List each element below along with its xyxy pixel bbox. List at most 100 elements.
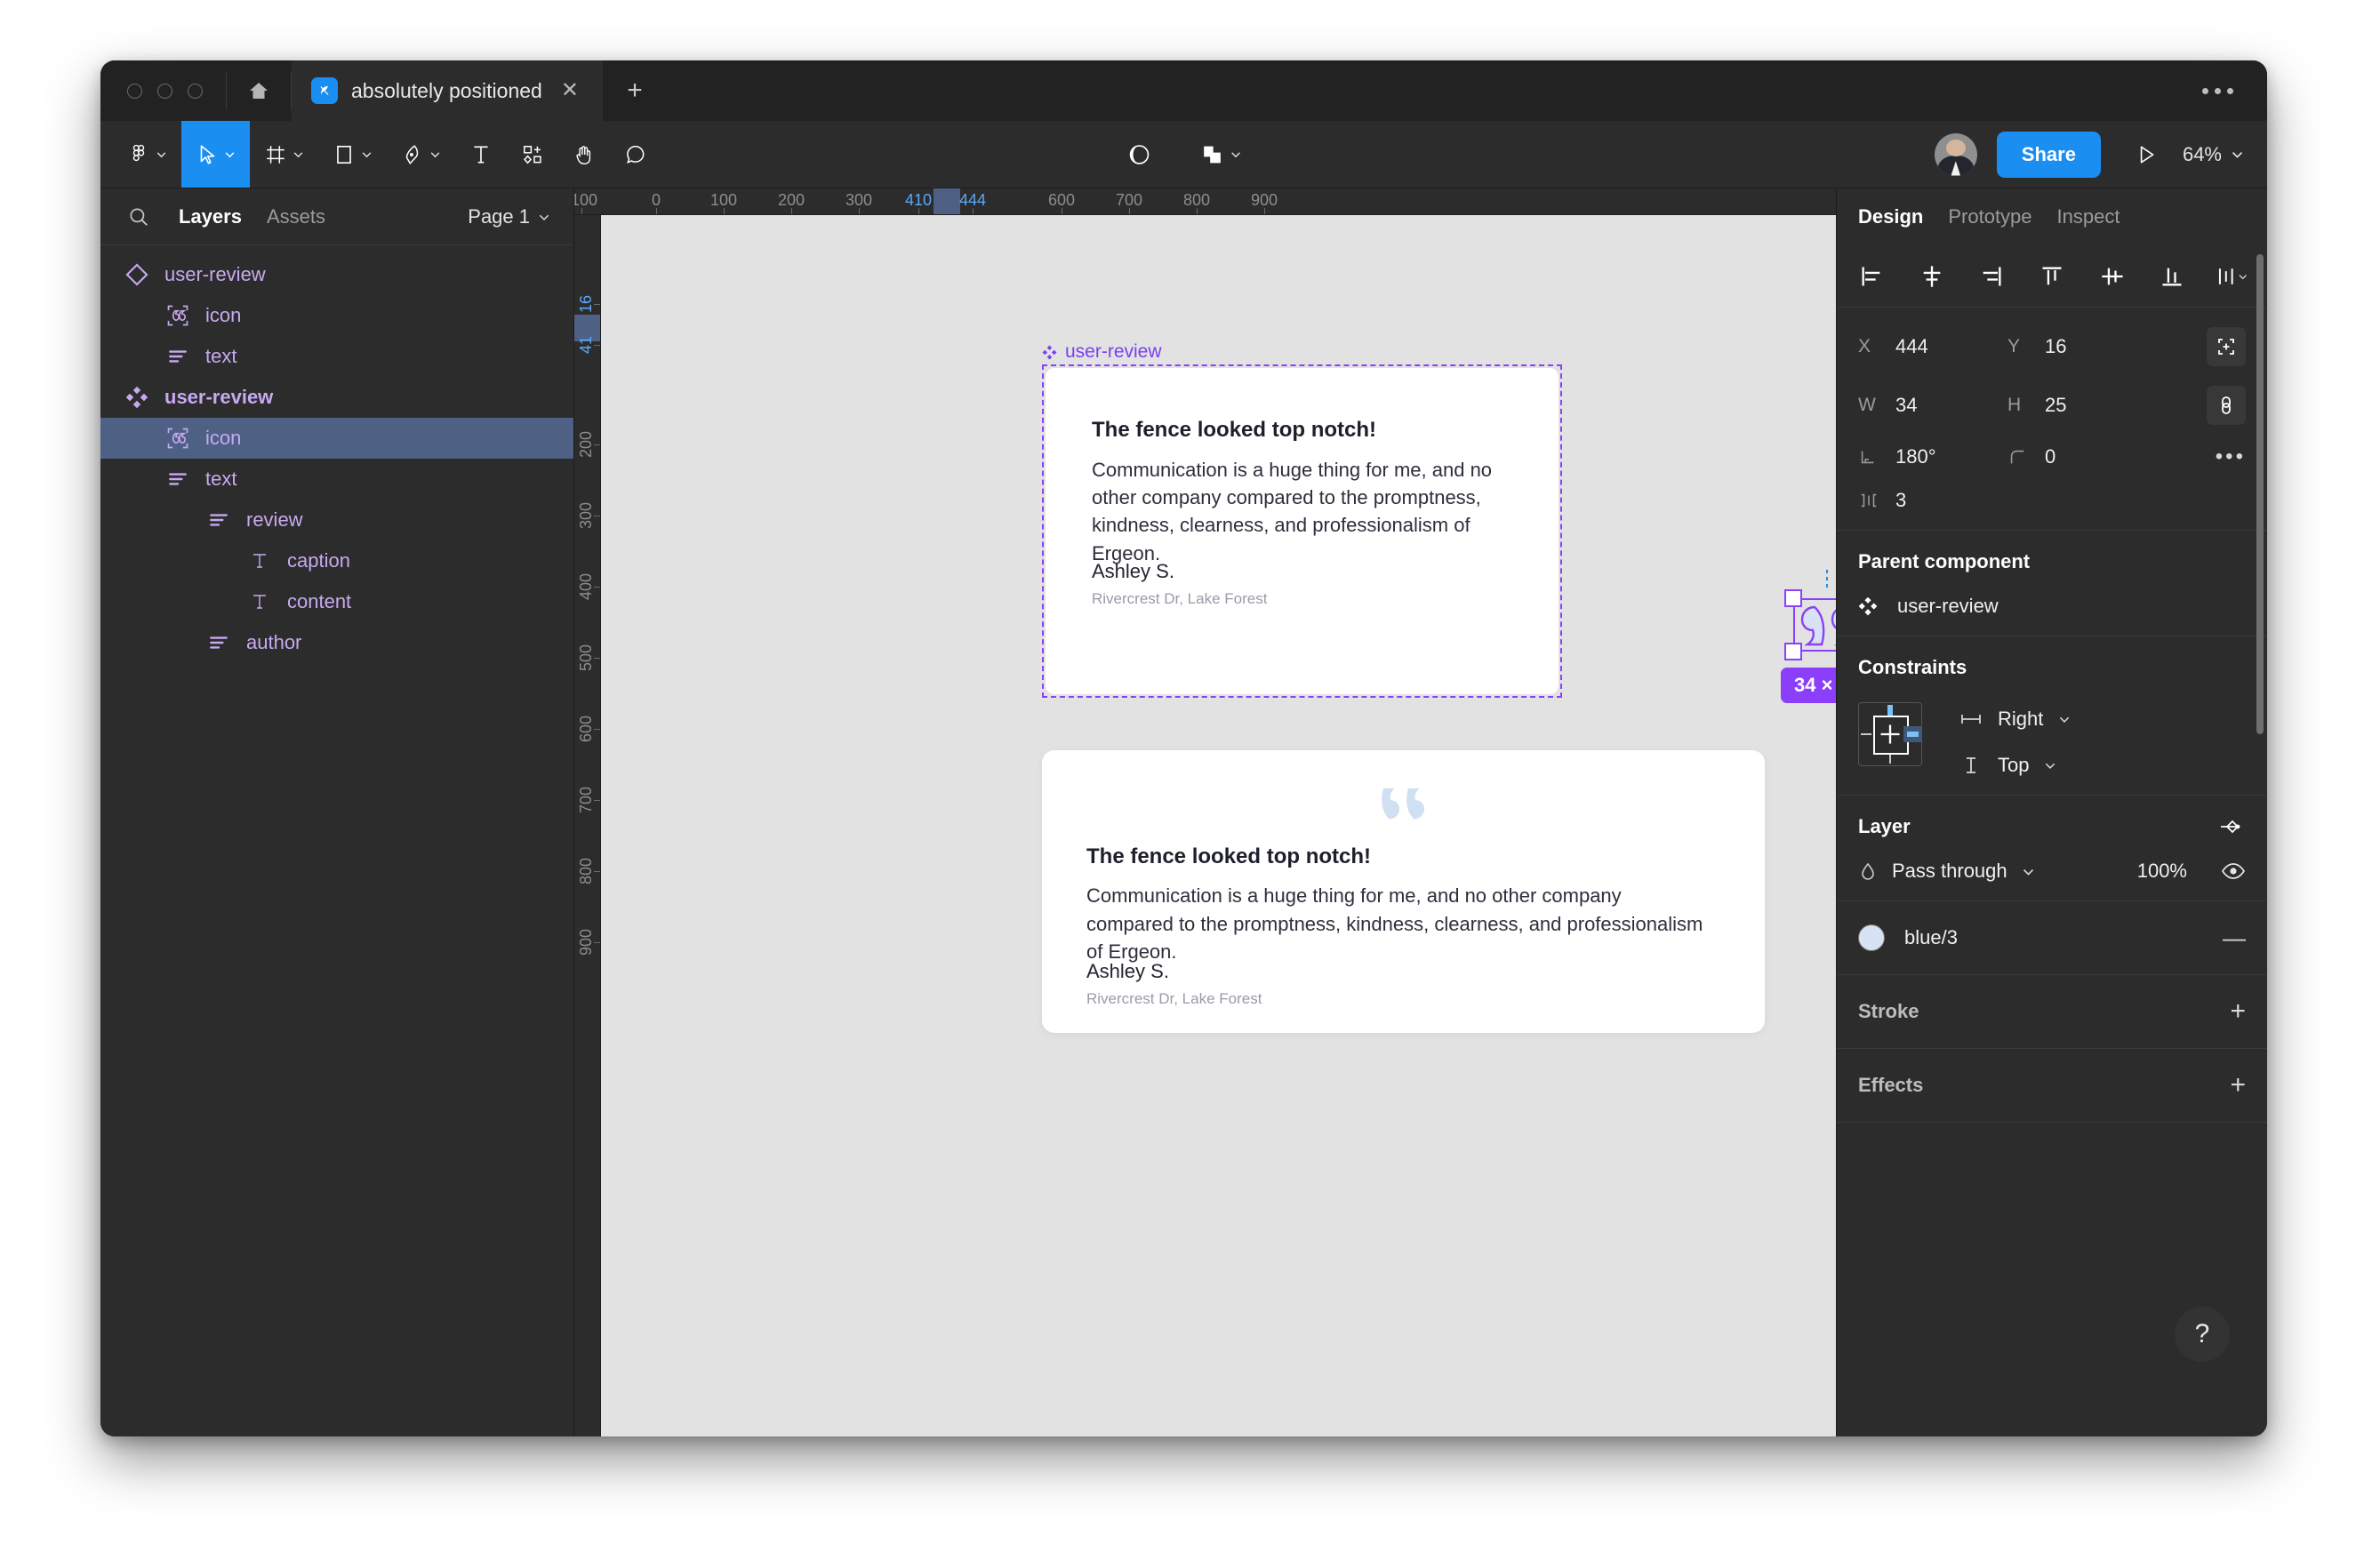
components-button[interactable] <box>507 121 558 188</box>
home-icon <box>250 83 268 99</box>
distribute-button[interactable] <box>2217 261 2248 292</box>
page-selector[interactable]: Page 1 <box>468 205 550 228</box>
more-properties-button[interactable]: ••• <box>2216 444 2246 469</box>
shape-tool-button[interactable] <box>318 121 387 188</box>
titlebar: absolutely positioned ✕ + <box>100 60 2267 121</box>
layer-row-text[interactable]: text <box>100 459 573 500</box>
right-panel-scrollbar[interactable] <box>2256 254 2264 734</box>
layer-row-user-review[interactable]: user-review <box>100 254 573 295</box>
move-tool-button[interactable] <box>181 121 250 188</box>
component-instance-label[interactable]: user-review <box>1042 341 1162 363</box>
vertical-constraint-value: Top <box>1998 754 2030 776</box>
constraint-marker-left[interactable] <box>1861 733 1871 735</box>
file-tab[interactable]: absolutely positioned ✕ <box>292 60 603 121</box>
vertical-constraint-select[interactable]: Top <box>1959 754 2071 777</box>
ruler-tick: 900 <box>1250 191 1278 209</box>
w-field[interactable]: W 34 <box>1858 394 2007 417</box>
fill-style-name[interactable]: blue/3 <box>1904 926 1958 949</box>
add-stroke-button[interactable]: + <box>2230 998 2246 1025</box>
autolayout-icon <box>205 507 232 533</box>
resize-handle-top-left[interactable] <box>1784 589 1802 607</box>
help-button[interactable]: ? <box>2175 1307 2230 1362</box>
layer-row-content[interactable]: content <box>100 581 573 622</box>
x-field[interactable]: X 444 <box>1858 335 2007 358</box>
tab-layers[interactable]: Layers <box>166 205 254 228</box>
opacity-value[interactable]: 100% <box>2137 860 2187 883</box>
horizontal-ruler[interactable]: -100 0 100 200 300 410 444 600 700 800 900 <box>574 188 1836 215</box>
card2-author: Ashley S. <box>1086 960 1169 982</box>
eye-icon[interactable] <box>2221 862 2246 880</box>
layer-label: caption <box>287 549 350 572</box>
rotation-field[interactable]: 180° <box>1858 445 2007 468</box>
review-card-preview[interactable]: The fence looked top notch! Communicatio… <box>1042 750 1765 1033</box>
new-tab-button[interactable]: + <box>603 60 667 121</box>
pen-tool-button[interactable] <box>387 121 455 188</box>
corner-radius-field[interactable]: 0 <box>2007 445 2157 468</box>
resize-handle-bottom-left[interactable] <box>1784 643 1802 660</box>
maximize-window-button[interactable] <box>188 83 203 99</box>
resize-to-fit-button[interactable] <box>2207 327 2246 366</box>
apply-style-button[interactable] <box>2219 815 2246 838</box>
boolean-button[interactable] <box>1185 142 1255 167</box>
avatar[interactable] <box>1934 132 1977 176</box>
align-left-button[interactable] <box>1856 261 1887 292</box>
constraint-marker-right[interactable] <box>1903 726 1921 742</box>
layer-row-text[interactable]: text <box>100 336 573 377</box>
constraints-widget[interactable] <box>1858 702 1922 766</box>
review-card-selected[interactable]: The fence looked top notch! Communicatio… <box>1046 368 1559 694</box>
h-field[interactable]: H 25 <box>2007 394 2157 417</box>
tab-assets[interactable]: Assets <box>254 205 338 228</box>
more-options-icon[interactable] <box>2168 60 2267 121</box>
vertical-ruler[interactable]: 16 41 200 300 400 500 600 700 800 900 <box>574 215 601 1436</box>
close-icon[interactable]: ✕ <box>561 80 579 101</box>
mask-button[interactable] <box>1112 142 1166 167</box>
minimize-window-button[interactable] <box>157 83 172 99</box>
fill-color-swatch[interactable] <box>1858 924 1885 951</box>
text-tool-button[interactable] <box>455 121 507 188</box>
comment-tool-button[interactable] <box>610 121 661 188</box>
tab-inspect[interactable]: Inspect <box>2057 205 2145 228</box>
layer-row-icon[interactable]: icon <box>100 295 573 336</box>
frame-tool-button[interactable] <box>250 121 318 188</box>
layer-row-icon[interactable]: icon <box>100 418 573 459</box>
remove-fill-button[interactable]: — <box>2223 926 2246 949</box>
tab-prototype[interactable]: Prototype <box>1948 205 2056 228</box>
lock-aspect-ratio-button[interactable] <box>2207 386 2246 425</box>
add-effect-button[interactable]: + <box>2230 1072 2246 1099</box>
corner-radius-icon <box>2010 450 2024 464</box>
alignment-toolbar <box>1837 245 2267 308</box>
window-controls[interactable] <box>100 60 226 121</box>
layer-row-caption[interactable]: caption <box>100 540 573 581</box>
horizontal-constraint-select[interactable]: Right <box>1959 708 2071 731</box>
layer-row-review[interactable]: review <box>100 500 573 540</box>
share-button[interactable]: Share <box>1996 131 2101 178</box>
ruler-mark-v <box>594 729 600 730</box>
align-hcenter-button[interactable] <box>1917 261 1947 292</box>
close-window-button[interactable] <box>127 83 142 99</box>
align-top-button[interactable] <box>2037 261 2067 292</box>
layer-row-user-review[interactable]: user-review <box>100 377 573 418</box>
constraint-marker-top[interactable] <box>1887 705 1893 716</box>
tab-design[interactable]: Design <box>1858 205 1948 228</box>
align-vcenter-button[interactable] <box>2097 261 2128 292</box>
ruler-mark <box>859 208 860 214</box>
component-label-text: user-review <box>1065 341 1162 362</box>
align-left-icon <box>1862 267 1880 285</box>
y-field[interactable]: Y 16 <box>2007 335 2157 358</box>
spacing-field[interactable]: 3 <box>1858 489 2007 512</box>
search-icon[interactable] <box>127 205 150 228</box>
parent-component-row[interactable]: user-review <box>1858 595 2246 618</box>
layer-row-author[interactable]: author <box>100 622 573 663</box>
effects-heading: Effects <box>1858 1074 1924 1096</box>
canvas[interactable]: user-review The fence looked top notch! … <box>601 215 1836 1436</box>
align-bottom-button[interactable] <box>2157 261 2187 292</box>
align-right-button[interactable] <box>1976 261 2007 292</box>
layer-list: user-review icon text user-review icon text re… <box>100 245 573 1436</box>
hand-tool-button[interactable] <box>558 121 610 188</box>
present-button[interactable] <box>2117 143 2176 166</box>
figma-menu-button[interactable] <box>100 121 181 188</box>
titlebar-spacer <box>667 60 2168 121</box>
blend-mode-value[interactable]: Pass through <box>1892 860 2007 883</box>
zoom-control[interactable]: 64% <box>2176 143 2244 166</box>
home-button[interactable] <box>227 60 291 121</box>
